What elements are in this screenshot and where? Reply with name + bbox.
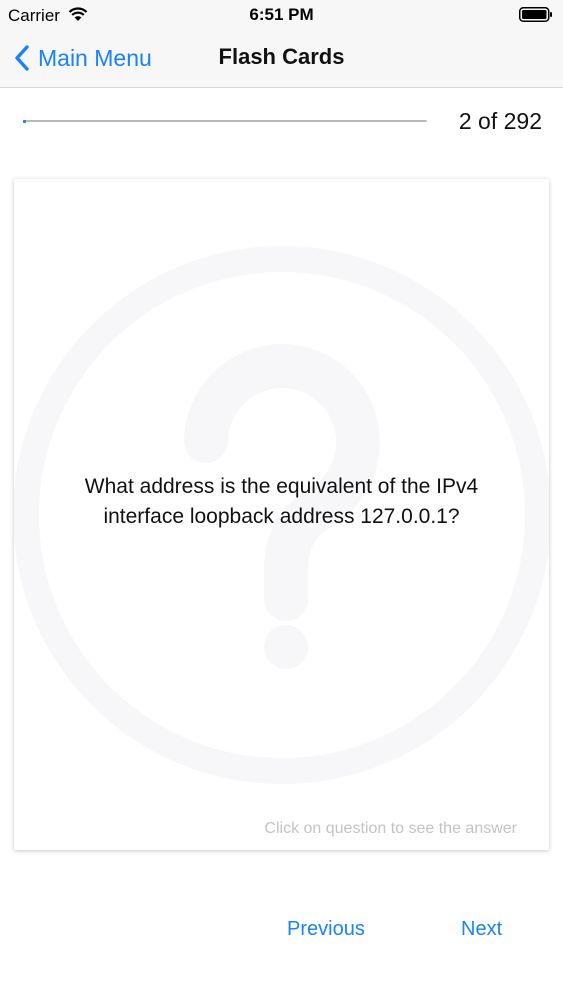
progress-bar xyxy=(23,119,427,123)
progress-bar-fill xyxy=(23,119,26,123)
answer-hint: Click on question to see the answer xyxy=(264,820,517,837)
page-title: Flash Cards xyxy=(218,44,345,69)
status-bar: Carrier 6:51 PM xyxy=(0,0,563,30)
previous-button[interactable]: Previous xyxy=(287,918,365,941)
question-text: What address is the equivalent of the IP… xyxy=(84,475,479,528)
progress-counter: 2 of 292 xyxy=(458,108,542,134)
navigation-bar: Main Menu Flash Cards xyxy=(0,30,563,88)
battery-icon xyxy=(519,7,552,22)
next-button[interactable]: Next xyxy=(461,918,502,941)
status-time: 6:51 PM xyxy=(249,5,314,24)
flash-card[interactable]: What address is the equivalent of the IP… xyxy=(14,179,549,850)
